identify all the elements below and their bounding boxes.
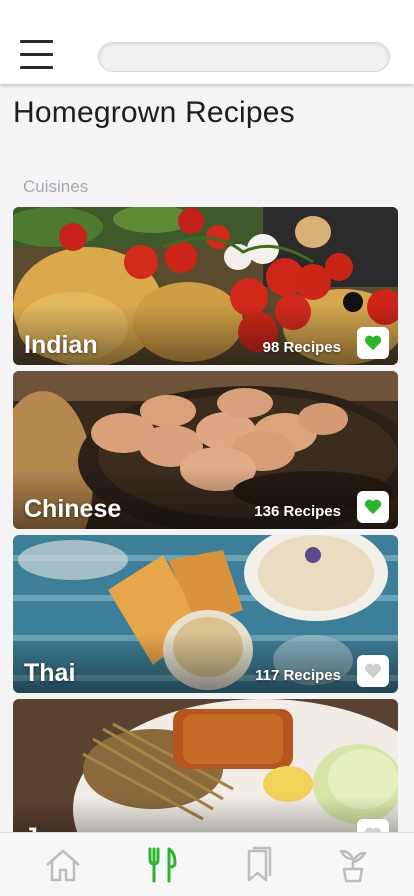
hamburger-menu-icon[interactable] [20,40,54,70]
heart-icon [364,499,382,515]
search-input[interactable] [98,42,390,72]
heart-icon [364,335,382,351]
nav-recipes[interactable] [139,843,183,887]
cuisine-card-thai[interactable]: Thai 117 Recipes [13,535,398,693]
nav-saved[interactable] [237,843,281,887]
favorite-button[interactable] [357,491,389,523]
section-label-cuisines: Cuisines [23,177,89,196]
cuisine-name: Indian [24,331,98,359]
bottom-nav [0,832,414,896]
recipe-count: 117 Recipes [255,667,341,684]
top-bar [0,0,414,84]
recipe-count: 98 Recipes [262,339,341,356]
fork-knife-icon [148,847,177,883]
cuisine-name: Thai [24,659,76,687]
favorite-button[interactable] [357,655,389,687]
recipe-count: 136 Recipes [254,503,341,520]
cuisine-card-indian[interactable]: Indian 98 Recipes [13,207,398,365]
cuisine-name: Chinese [24,495,122,523]
nav-home[interactable] [41,843,85,887]
home-icon [46,849,80,882]
nav-garden[interactable] [331,843,375,887]
plant-icon [339,849,367,883]
bookmark-icon [247,846,272,882]
page-title: Homegrown Recipes [13,96,295,129]
cuisine-card-chinese[interactable]: Chinese 136 Recipes [13,371,398,529]
heart-icon [364,663,382,679]
favorite-button[interactable] [357,327,389,359]
